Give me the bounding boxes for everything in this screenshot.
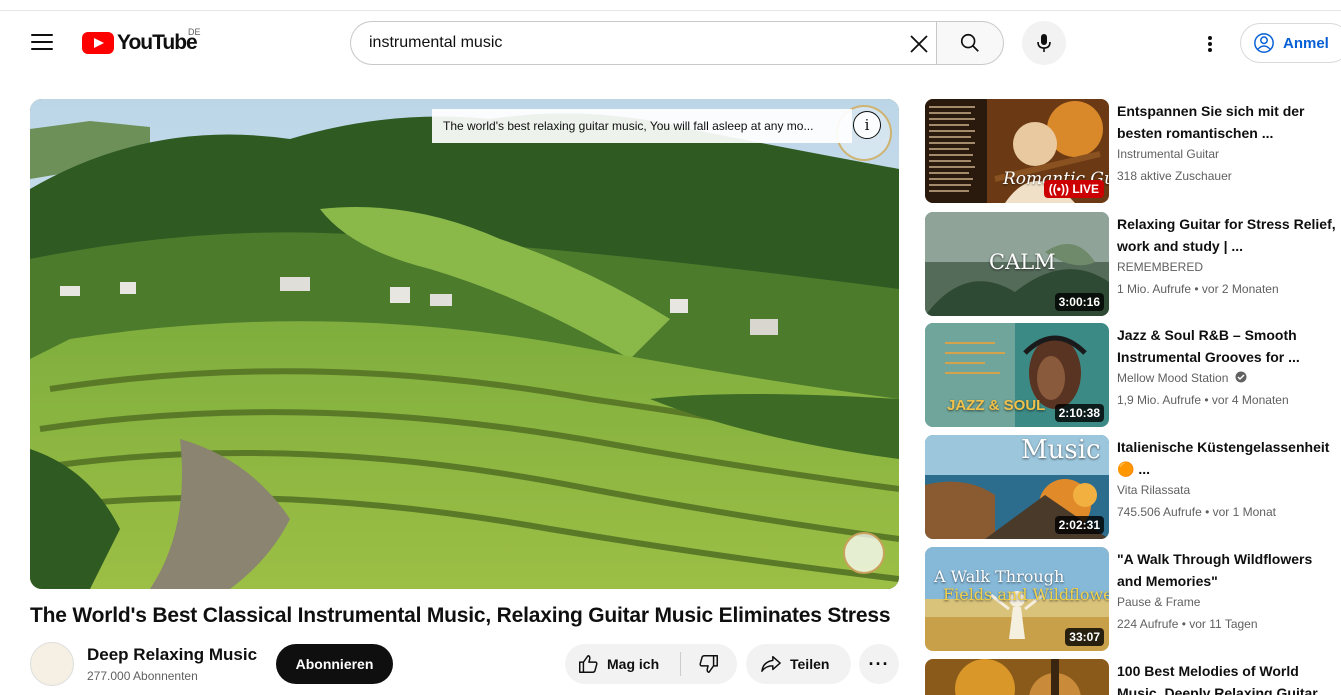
info-icon[interactable]: i bbox=[853, 111, 881, 139]
recommendation-channel[interactable]: REMEMBERED bbox=[1117, 260, 1203, 274]
menu-icon-bar bbox=[31, 34, 53, 36]
recommendation-meta: 318 aktive Zuschauer bbox=[1117, 169, 1232, 183]
thumbnail-caption-2: Fields and Wildflowers bbox=[943, 585, 1109, 604]
recommendation-title[interactable]: Relaxing Guitar for Stress Relief, work … bbox=[1117, 213, 1339, 257]
video-thumbnail[interactable]: Music 2:02:31 bbox=[925, 435, 1109, 539]
menu-button[interactable] bbox=[31, 34, 53, 52]
video-thumbnail[interactable]: A Walk Through Fields and Wildflowers 33… bbox=[925, 547, 1109, 651]
more-vertical-icon bbox=[1208, 36, 1212, 52]
top-divider bbox=[0, 10, 1341, 11]
video-thumbnail[interactable]: JAZZ & SOUL 2:10:38 bbox=[925, 323, 1109, 427]
settings-menu-button[interactable] bbox=[1196, 30, 1224, 58]
recommendation-channel[interactable]: Vita Rilassata bbox=[1117, 483, 1190, 497]
search-box bbox=[350, 21, 942, 65]
share-icon bbox=[761, 656, 781, 672]
recommendation-title[interactable]: Italienische Küstengelassenheit 🟠 ... bbox=[1117, 436, 1339, 480]
recommendation-item[interactable]: CALM 3:00:16 Relaxing Guitar for Stress … bbox=[925, 212, 1341, 316]
video-thumbnail[interactable]: Romantic Guitar ((•)) LIVE bbox=[925, 99, 1109, 203]
recommendation-meta: 745.506 Aufrufe • vor 1 Monat bbox=[1117, 505, 1276, 519]
thumbs-down-icon bbox=[699, 655, 718, 673]
thumbnail-caption: A Walk Through bbox=[934, 567, 1065, 586]
video-duration: 2:02:31 bbox=[1054, 516, 1104, 534]
microphone-icon bbox=[1037, 34, 1051, 52]
video-thumbnail[interactable] bbox=[925, 659, 1109, 695]
youtube-logo[interactable]: YouTube bbox=[82, 30, 198, 56]
recommendation-meta: 1,9 Mio. Aufrufe • vor 4 Monaten bbox=[1117, 393, 1289, 407]
region-code: DE bbox=[188, 27, 201, 37]
video-title: The World's Best Classical Instrumental … bbox=[30, 604, 891, 627]
menu-icon-bar bbox=[31, 48, 53, 50]
recommendation-meta: 1 Mio. Aufrufe • vor 2 Monaten bbox=[1117, 282, 1279, 296]
thumbnail-caption: JAZZ & SOUL bbox=[947, 397, 1046, 414]
live-label: LIVE bbox=[1072, 182, 1099, 196]
recommendation-item[interactable]: Music 2:02:31 Italienische Küstengelasse… bbox=[925, 435, 1341, 539]
recommendation-title[interactable]: "A Walk Through Wildflowers and Memories… bbox=[1117, 548, 1339, 592]
recommendation-item[interactable]: A Walk Through Fields and Wildflowers 33… bbox=[925, 547, 1341, 651]
like-button[interactable]: Mag ich bbox=[565, 644, 680, 684]
like-label: Mag ich bbox=[607, 656, 660, 672]
video-duration: 33:07 bbox=[1065, 628, 1104, 646]
channel-watermark-icon[interactable] bbox=[843, 532, 885, 574]
video-thumbnail[interactable]: CALM 3:00:16 bbox=[925, 212, 1109, 316]
recommendation-channel[interactable]: Pause & Frame bbox=[1117, 595, 1200, 609]
thumbnail-caption: CALM bbox=[989, 250, 1056, 274]
dislike-button[interactable] bbox=[681, 644, 737, 684]
search-input[interactable] bbox=[369, 22, 889, 64]
recommendation-item[interactable]: Romantic Guitar ((•)) LIVE Entspannen Si… bbox=[925, 99, 1341, 203]
recommendation-title[interactable]: Jazz & Soul R&B – Smooth Instrumental Gr… bbox=[1117, 324, 1339, 368]
video-player[interactable]: The world's best relaxing guitar music, … bbox=[30, 99, 899, 589]
video-frame-landscape bbox=[30, 99, 899, 589]
live-badge: ((•)) LIVE bbox=[1043, 180, 1104, 198]
sign-in-label: Anmel bbox=[1283, 34, 1329, 52]
recommendation-title[interactable]: Entspannen Sie sich mit der besten roman… bbox=[1117, 100, 1339, 144]
subscribe-button[interactable]: Abonnieren bbox=[276, 644, 393, 684]
clear-search-icon[interactable] bbox=[907, 32, 931, 56]
recommendation-item[interactable]: JAZZ & SOUL 2:10:38 Jazz & Soul R&B – Sm… bbox=[925, 323, 1341, 427]
thumbnail-caption: Music bbox=[1021, 435, 1101, 465]
account-icon bbox=[1254, 33, 1274, 53]
recommendation-meta: 224 Aufrufe • vor 11 Tagen bbox=[1117, 617, 1258, 631]
share-label: Teilen bbox=[790, 656, 830, 672]
like-dislike-group: Mag ich bbox=[565, 644, 737, 684]
channel-avatar[interactable] bbox=[30, 642, 74, 686]
sign-in-button[interactable]: Anmel bbox=[1240, 23, 1341, 63]
channel-name[interactable]: Deep Relaxing Music bbox=[87, 645, 257, 665]
search-icon bbox=[960, 33, 979, 52]
more-actions-button[interactable]: ··· bbox=[859, 644, 899, 684]
recommendation-channel[interactable]: Mellow Mood Station bbox=[1117, 371, 1247, 385]
recommendation-title[interactable]: 100 Best Melodies of World Music, Deeply… bbox=[1117, 660, 1339, 695]
player-overlay-title: The world's best relaxing guitar music, … bbox=[432, 109, 852, 143]
search-button[interactable] bbox=[936, 21, 1004, 65]
thumbnail-image bbox=[925, 659, 1109, 695]
video-duration: 3:00:16 bbox=[1054, 293, 1104, 311]
channel-name-text: Mellow Mood Station bbox=[1117, 371, 1229, 385]
recommendation-item[interactable]: 100 Best Melodies of World Music, Deeply… bbox=[925, 659, 1341, 695]
logo-text: YouTube bbox=[117, 31, 198, 54]
video-duration: 2:10:38 bbox=[1054, 404, 1104, 422]
youtube-play-icon bbox=[82, 32, 114, 54]
voice-search-button[interactable] bbox=[1022, 21, 1066, 65]
thumbs-up-icon bbox=[579, 655, 598, 673]
recommendation-channel[interactable]: Instrumental Guitar bbox=[1117, 147, 1219, 161]
masthead: YouTube DE Anmel bbox=[0, 0, 1341, 86]
subscriber-count: 277.000 Abonnenten bbox=[87, 669, 198, 683]
share-button[interactable]: Teilen bbox=[746, 644, 851, 684]
verified-icon bbox=[1235, 371, 1247, 383]
menu-icon-bar bbox=[31, 41, 53, 43]
